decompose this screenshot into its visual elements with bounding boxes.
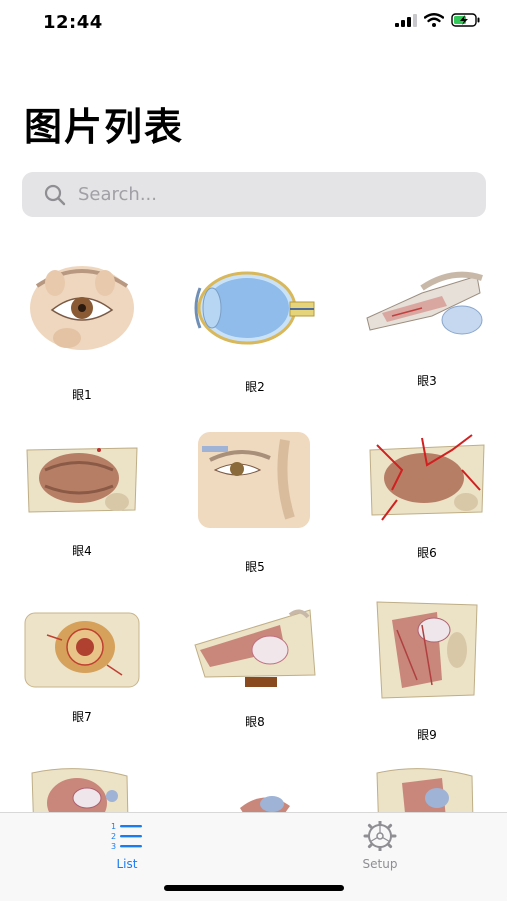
grid-item-label: 眼1: [72, 388, 92, 402]
tab-setup[interactable]: Setup: [320, 819, 440, 871]
grid-item-label: 眼7: [72, 710, 92, 724]
eye-image: [198, 432, 310, 528]
grid-item-label: 眼9: [417, 728, 437, 742]
list-icon: 1 2 3: [111, 822, 142, 851]
eye-image: [376, 601, 478, 699]
tab-list-label: List: [116, 857, 138, 871]
grid-item-label: 眼5: [245, 560, 265, 574]
eye-image: [194, 271, 315, 345]
eye-image: [30, 266, 134, 350]
grid-item-label: 眼4: [72, 544, 92, 558]
eye-image: [366, 271, 483, 335]
grid-item-label: 眼3: [417, 374, 437, 388]
tab-list[interactable]: 1 2 3 List: [67, 821, 187, 871]
home-indicator: [164, 885, 344, 891]
eye-image: [376, 768, 474, 812]
wifi-icon: [424, 13, 444, 27]
eye-image: [26, 447, 138, 513]
search-icon: [44, 184, 66, 206]
battery-charging-icon: [451, 13, 480, 27]
svg-text:2: 2: [111, 832, 116, 841]
grid-item-label: 眼8: [245, 715, 265, 729]
status-time: 12:44: [43, 12, 103, 33]
search-input[interactable]: [78, 184, 438, 205]
svg-text:3: 3: [111, 842, 116, 851]
eye-image: [240, 796, 290, 812]
gear-icon: [363, 819, 397, 853]
eye-image: [24, 612, 140, 688]
status-bar: 12:44: [0, 0, 507, 46]
eye-image: [194, 609, 316, 687]
cellular-signal-icon: [395, 13, 417, 27]
svg-text:1: 1: [111, 822, 116, 831]
eye-image: [369, 434, 485, 521]
image-grid[interactable]: 眼1 眼2 眼3 眼4 眼5 眼6 眼7 眼8 眼9: [0, 240, 507, 812]
tab-setup-label: Setup: [362, 857, 398, 871]
status-icons: [395, 13, 481, 27]
page-title: 图片列表: [24, 105, 185, 149]
eye-image: [31, 768, 129, 812]
grid-item-label: 眼2: [245, 380, 265, 394]
search-bar[interactable]: [22, 172, 486, 217]
grid-item-label: 眼6: [417, 546, 437, 560]
